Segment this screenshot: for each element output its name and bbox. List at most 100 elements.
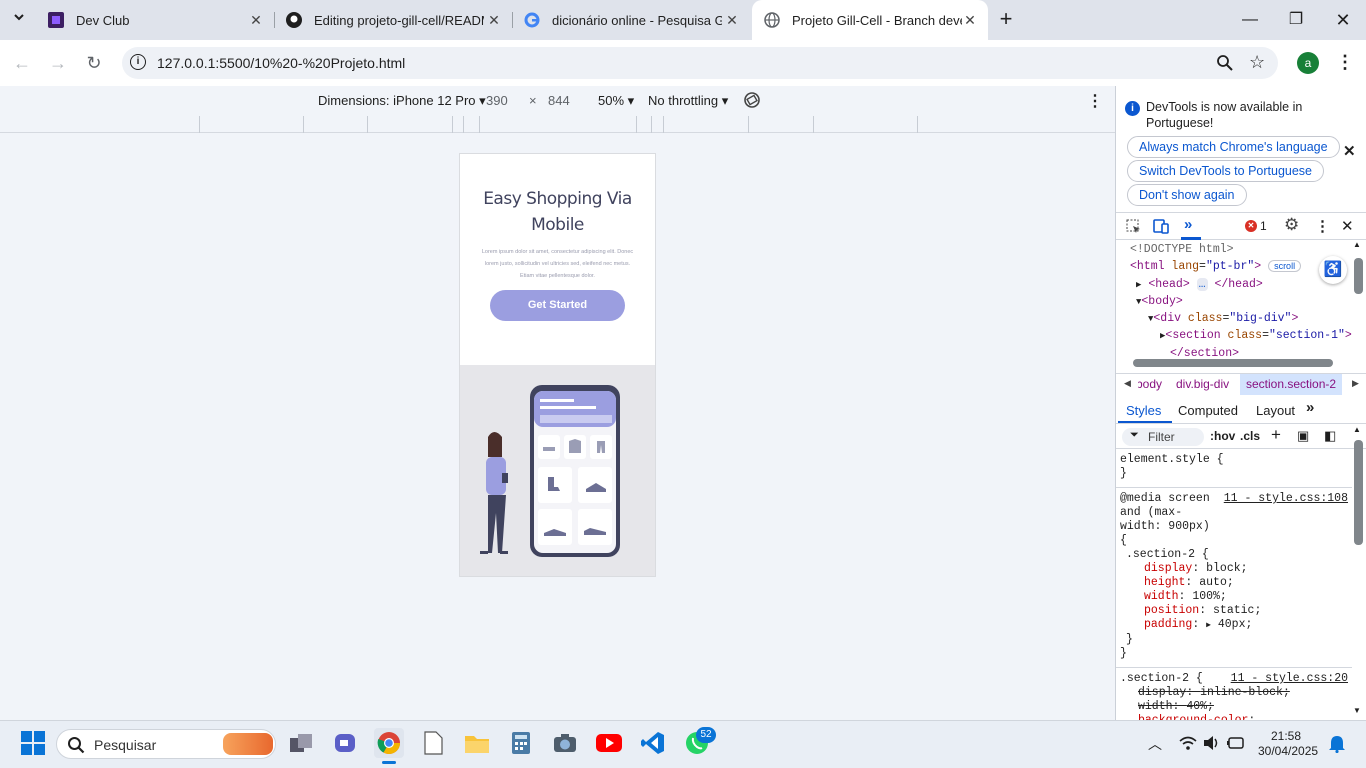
close-tab-icon[interactable]: ✕	[248, 12, 264, 28]
dom-scrollbar[interactable]	[1354, 258, 1363, 294]
css-value[interactable]: static;	[1213, 604, 1261, 617]
css-value[interactable]: block;	[1206, 562, 1247, 575]
css-property[interactable]: display	[1144, 562, 1192, 575]
collapsed-ellipsis[interactable]: …	[1196, 277, 1208, 291]
css-property[interactable]: height	[1144, 576, 1185, 589]
more-panels-icon[interactable]: »	[1184, 216, 1192, 233]
breadcrumb-scroll-left-icon[interactable]: ◀	[1124, 378, 1131, 389]
device-toggle-icon[interactable]	[1153, 218, 1169, 237]
css-property-overridden[interactable]: width	[1138, 700, 1173, 713]
always-match-language-button[interactable]: Always match Chrome's language	[1127, 136, 1340, 158]
close-devtools-icon[interactable]: ✕	[1341, 217, 1354, 235]
more-subtabs-icon[interactable]: »	[1306, 399, 1314, 416]
css-value[interactable]: 100%;	[1192, 590, 1227, 603]
close-tab-icon[interactable]: ✕	[724, 12, 740, 28]
css-property[interactable]: width	[1144, 590, 1179, 603]
back-button[interactable]: ←	[9, 50, 35, 76]
wifi-icon[interactable]	[1179, 735, 1197, 754]
paint-brush-icon[interactable]: ▣	[1297, 428, 1309, 444]
maximize-button[interactable]: ❐	[1281, 8, 1311, 32]
throttling-select[interactable]: No throttling ▾	[648, 93, 728, 109]
toggle-sidebar-icon[interactable]: ◧	[1324, 428, 1336, 444]
bookmark-star-icon[interactable]: ☆	[1249, 52, 1265, 73]
style-source-link[interactable]: 11 - style.css:20	[1231, 672, 1348, 685]
inspect-element-icon[interactable]	[1126, 219, 1141, 237]
tab-search-button[interactable]	[8, 10, 30, 30]
css-value-overridden[interactable]: 40%;	[1186, 700, 1214, 713]
volume-icon[interactable]	[1203, 735, 1221, 754]
taskbar-search-box[interactable]: Pesquisar	[56, 729, 276, 759]
close-window-button[interactable]: ✕	[1328, 8, 1358, 32]
dom-line[interactable]: </section>	[1116, 345, 1352, 356]
dom-line[interactable]: ▶ <head> … </head>	[1116, 276, 1352, 293]
get-started-button[interactable]: Get Started	[490, 290, 625, 321]
profile-avatar[interactable]: a	[1297, 52, 1319, 74]
accessibility-tree-button[interactable]: ♿	[1319, 256, 1347, 284]
dom-line[interactable]: ▼<div class="big-div">	[1116, 310, 1352, 327]
css-value[interactable]: 40px;	[1218, 618, 1253, 631]
vscode-icon[interactable]	[638, 728, 668, 758]
scroll-down-icon[interactable]: ▼	[1353, 706, 1361, 715]
breadcrumb-item-selected[interactable]: section.section-2	[1240, 374, 1343, 395]
scroll-up-icon[interactable]: ▲	[1353, 240, 1361, 249]
dom-line[interactable]: <!DOCTYPE html>	[1116, 241, 1352, 258]
url-text[interactable]: 127.0.0.1:5500/10%20-%20Projeto.html	[157, 55, 405, 71]
hov-toggle[interactable]: :hov	[1210, 429, 1235, 443]
dom-line[interactable]: ▼<body>	[1116, 293, 1352, 310]
notification-bell-icon[interactable]	[1329, 735, 1345, 756]
tab-google-search[interactable]: dicionário online - Pesquisa Go ✕	[512, 0, 750, 40]
device-toolbar-more-icon[interactable]: ⋮	[1087, 91, 1103, 111]
dismiss-notice-icon[interactable]: ✕	[1343, 142, 1356, 160]
breadcrumb-item[interactable]: body	[1138, 377, 1162, 391]
notepad-icon[interactable]	[418, 728, 448, 758]
minimize-button[interactable]: —	[1235, 8, 1265, 32]
cls-toggle[interactable]: .cls	[1240, 429, 1260, 443]
tab-layout[interactable]: Layout	[1256, 403, 1295, 418]
taskbar-clock[interactable]: 21:58 30/04/2025	[1258, 729, 1318, 759]
tab-dev-club[interactable]: Dev Club ✕	[36, 0, 274, 40]
zoom-select[interactable]: 50% ▾	[598, 93, 634, 109]
css-property-overridden[interactable]: display	[1138, 686, 1186, 699]
tab-computed[interactable]: Computed	[1178, 403, 1238, 418]
css-selector[interactable]: .section-2 {	[1126, 548, 1209, 561]
dom-hscrollbar[interactable]	[1133, 359, 1333, 367]
new-style-rule-icon[interactable]: +	[1271, 425, 1281, 445]
breadcrumb-item[interactable]: div.big-div	[1176, 377, 1229, 391]
switch-to-portuguese-button[interactable]: Switch DevTools to Portuguese	[1127, 160, 1325, 182]
chat-icon[interactable]	[330, 728, 360, 758]
scroll-badge[interactable]: scroll	[1268, 260, 1302, 273]
new-tab-button[interactable]: +	[994, 8, 1018, 32]
close-tab-icon[interactable]: ✕	[962, 12, 978, 28]
style-source-link[interactable]: 11 - style.css:108	[1224, 492, 1348, 505]
media-query-bar[interactable]	[0, 116, 1115, 133]
forward-button[interactable]: →	[45, 50, 71, 76]
device-width-input[interactable]: 390	[486, 93, 508, 108]
camera-icon[interactable]	[550, 728, 580, 758]
scroll-up-icon[interactable]: ▲	[1353, 425, 1361, 434]
error-count[interactable]: 1	[1260, 219, 1267, 233]
youtube-icon[interactable]	[594, 728, 624, 758]
zoom-icon[interactable]	[1216, 54, 1234, 75]
css-value-overridden[interactable]: inline-block;	[1200, 686, 1290, 699]
tray-overflow-icon[interactable]: ︿	[1148, 734, 1162, 754]
dom-line[interactable]: <html lang="pt-br"> scroll	[1116, 258, 1352, 275]
styles-scrollbar[interactable]	[1354, 440, 1363, 545]
settings-gear-icon[interactable]: ⚙	[1284, 215, 1299, 235]
battery-icon[interactable]	[1227, 736, 1245, 753]
site-info-icon[interactable]: i	[130, 54, 146, 70]
close-tab-icon[interactable]: ✕	[486, 12, 502, 28]
css-selector[interactable]: .section-2 {	[1120, 672, 1203, 685]
task-view-icon[interactable]	[286, 728, 316, 758]
error-icon[interactable]: ✕	[1245, 220, 1257, 232]
file-explorer-icon[interactable]	[462, 728, 492, 758]
calculator-icon[interactable]	[506, 728, 536, 758]
css-value[interactable]: auto;	[1199, 576, 1234, 589]
reload-button[interactable]: ↻	[81, 50, 107, 76]
tab-github[interactable]: Editing projeto-gill-cell/READM ✕	[274, 0, 512, 40]
device-height-input[interactable]: 844	[548, 93, 570, 108]
dom-line[interactable]: ▶<section class="section-1">	[1116, 327, 1352, 344]
start-button[interactable]	[18, 728, 48, 758]
css-property[interactable]: position	[1144, 604, 1199, 617]
expand-shorthand-icon[interactable]: ▶	[1206, 621, 1211, 630]
chrome-menu-icon[interactable]: ⋮	[1336, 52, 1354, 72]
